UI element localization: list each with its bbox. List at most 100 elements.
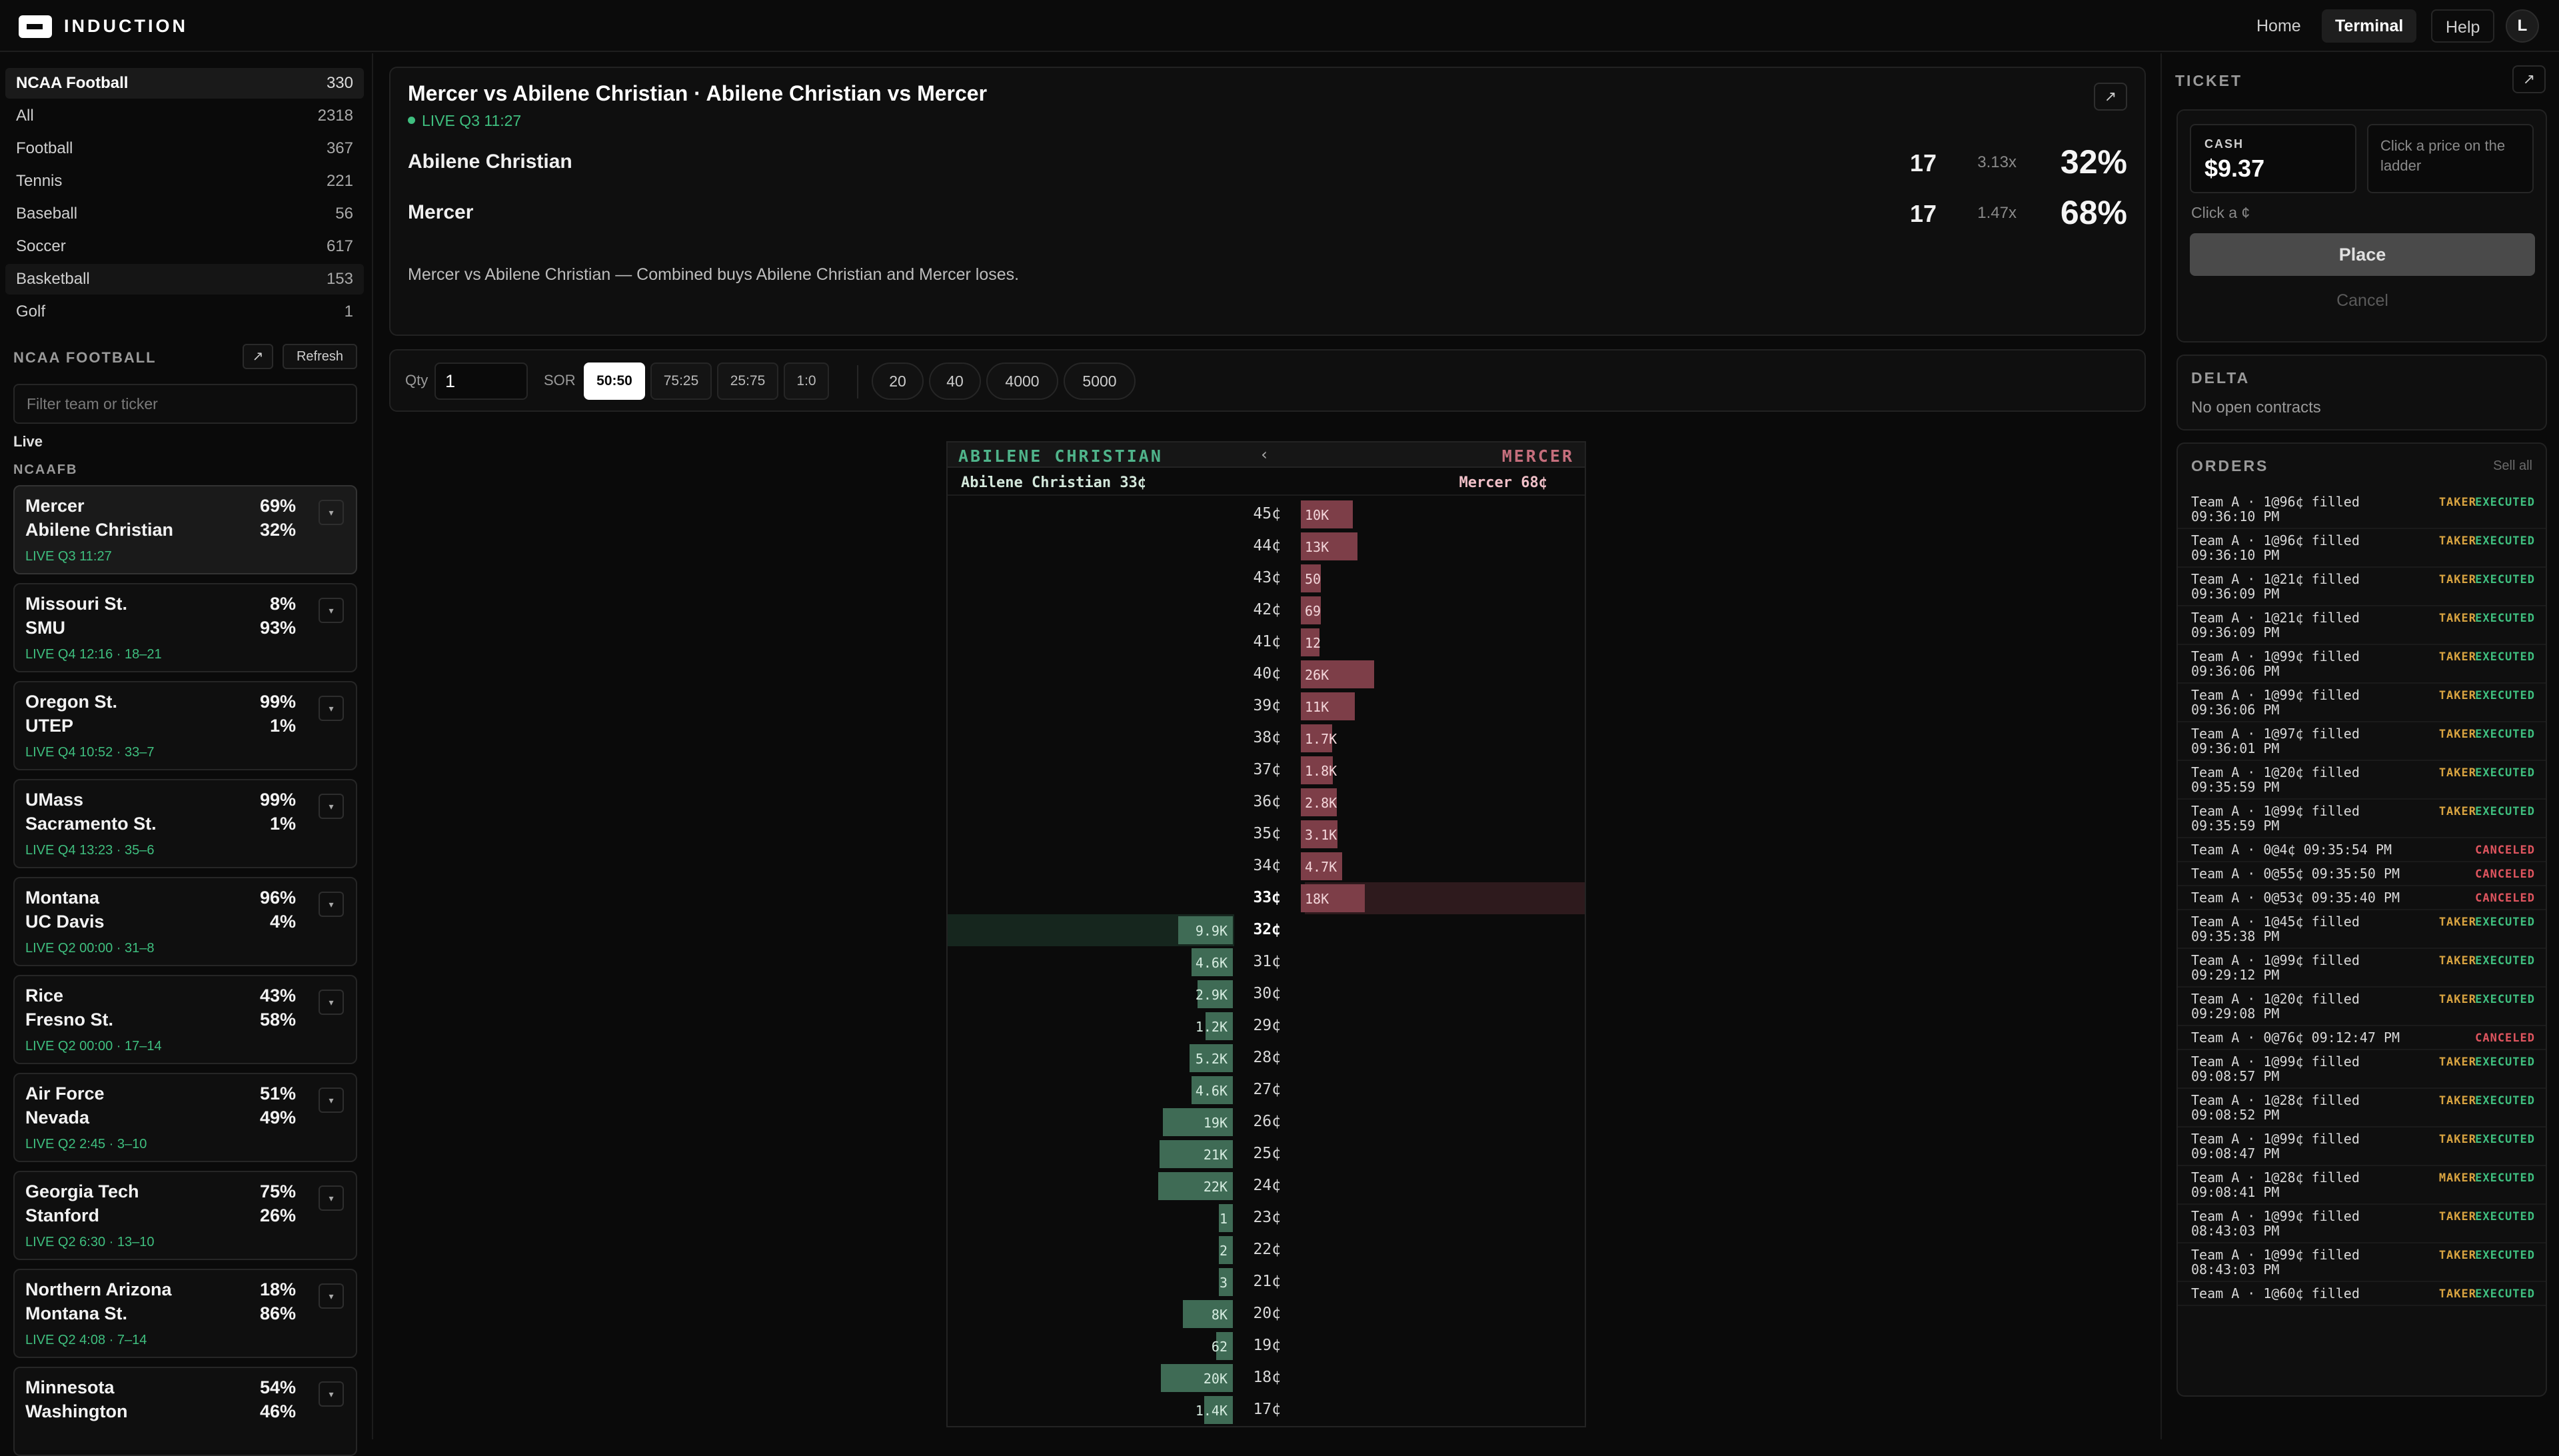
ladder-price[interactable]: 36¢ [1228,793,1281,810]
bid-bar[interactable]: 8K [1183,1300,1233,1328]
ladder-price[interactable]: 28¢ [1228,1049,1281,1066]
ladder-row[interactable]: 44¢ 13K [948,530,1585,562]
ladder-row[interactable]: 39¢ 11K [948,690,1585,722]
ladder-price[interactable]: 27¢ [1228,1081,1281,1098]
sport-item[interactable]: Baseball 56 [5,199,364,229]
ladder-price[interactable]: 25¢ [1228,1145,1281,1162]
team-row[interactable]: Abilene Christian 17 3.13x 32% [408,143,2127,183]
ladder-row[interactable]: 21¢ 3 [948,1266,1585,1298]
ladder-row[interactable]: 29¢ 1.2K [948,1010,1585,1042]
game-card[interactable]: Northern Arizona 18% Montana St. 86% LIVE Q2… [13,1269,357,1358]
ladder-row[interactable]: 23¢ 1 [948,1202,1585,1234]
bid-bar[interactable]: 21K [1160,1140,1233,1168]
chevron-down-icon[interactable]: ▾ [319,500,344,525]
expand-icon[interactable]: ↗ [2512,65,2546,93]
ladder-row[interactable]: 35¢ 3.1K [948,818,1585,850]
ladder-row[interactable]: 37¢ 1.8K [948,754,1585,786]
game-card[interactable]: Montana 96% UC Davis 4% LIVE Q2 00:00 · 31–8… [13,877,357,966]
ladder-price[interactable]: 22¢ [1228,1241,1281,1258]
bid-bar[interactable]: 5.2K [1190,1044,1233,1072]
chevron-down-icon[interactable]: ▾ [319,1381,344,1407]
ask-bar[interactable]: 4.7K [1301,852,1342,880]
ask-bar[interactable]: 12 [1301,628,1321,656]
bid-bar[interactable]: 62 [1212,1332,1233,1360]
ladder-price[interactable]: 31¢ [1228,953,1281,970]
game-card[interactable]: Missouri St. 8% SMU 93% LIVE Q4 12:16 · 18–2… [13,583,357,672]
ask-bar[interactable]: 69 [1301,596,1321,624]
ladder-row[interactable]: 20¢ 8K [948,1298,1585,1330]
nav-help[interactable]: Help [2431,9,2495,43]
ladder-row[interactable]: 17¢ 1.4K [948,1394,1585,1426]
chevron-left-icon[interactable]: ‹ [1260,445,1269,464]
logo-icon[interactable] [19,15,52,38]
ladder-row[interactable]: 24¢ 22K [948,1170,1585,1202]
ask-bar[interactable]: 18K [1301,884,1365,912]
ladder-row[interactable]: 33¢ 18K [948,882,1585,914]
ladder-price[interactable]: 32¢ [1228,921,1281,938]
chevron-down-icon[interactable]: ▾ [319,598,344,623]
ladder-row[interactable]: 22¢ 2 [948,1234,1585,1266]
ask-bar[interactable]: 50 [1301,564,1321,592]
ladder-price[interactable]: 17¢ [1228,1401,1281,1418]
ladder-price[interactable]: 23¢ [1228,1209,1281,1226]
sport-item[interactable]: Basketball 153 [5,264,364,295]
qty-chip-40[interactable]: 40 [929,363,981,400]
bid-bar[interactable]: 1.2K [1196,1012,1233,1040]
ladder-row[interactable]: 30¢ 2.9K [948,978,1585,1010]
bid-bar[interactable]: 22K [1158,1172,1233,1200]
ladder-row[interactable]: 42¢ 69 [948,594,1585,626]
ladder-price[interactable]: 43¢ [1228,569,1281,586]
game-card[interactable]: Minnesota 54% Washington 46% ▾ [13,1367,357,1456]
ladder-row[interactable]: 40¢ 26K [948,658,1585,690]
ladder-row[interactable]: 41¢ 12 [948,626,1585,658]
ladder-row[interactable]: 32¢ 9.9K [948,914,1585,946]
sport-item[interactable]: Soccer 617 [5,231,364,262]
ask-bar[interactable]: 2.8K [1301,788,1337,816]
chevron-down-icon[interactable]: ▾ [319,794,344,819]
bid-bar[interactable]: 4.6K [1192,948,1233,976]
ladder-row[interactable]: 36¢ 2.8K [948,786,1585,818]
ladder-price[interactable]: 21¢ [1228,1273,1281,1290]
ladder-price[interactable]: 37¢ [1228,761,1281,778]
ladder-row[interactable]: 45¢ 10K [948,498,1585,530]
ladder-price[interactable]: 18¢ [1228,1369,1281,1386]
nav-terminal[interactable]: Terminal [2322,9,2417,43]
ask-bar[interactable]: 26K [1301,660,1374,688]
qty-chip-20[interactable]: 20 [872,363,924,400]
bid-bar[interactable]: 1 [1219,1204,1233,1232]
chevron-down-icon[interactable]: ▾ [319,892,344,917]
bid-bar[interactable]: 9.9K [1178,916,1233,944]
ladder-price[interactable]: 19¢ [1228,1337,1281,1354]
ladder-price[interactable]: 30¢ [1228,985,1281,1002]
bid-bar[interactable]: 4.6K [1192,1076,1233,1104]
game-card[interactable]: Air Force 51% Nevada 49% LIVE Q2 2:45 · 3–10… [13,1073,357,1162]
chevron-down-icon[interactable]: ▾ [319,1088,344,1113]
sport-item[interactable]: Football 367 [5,133,364,164]
game-card[interactable]: Oregon St. 99% UTEP 1% LIVE Q4 10:52 · 33–7 ▾ [13,681,357,770]
chevron-down-icon[interactable]: ▾ [319,1185,344,1211]
bid-bar[interactable]: 2 [1219,1236,1233,1264]
ladder-price[interactable]: 38¢ [1228,729,1281,746]
ladder-row[interactable]: 43¢ 50 [948,562,1585,594]
game-card[interactable]: Georgia Tech 75% Stanford 26% LIVE Q2 6:30 ·… [13,1171,357,1260]
ladder-row[interactable]: 28¢ 5.2K [948,1042,1585,1074]
ladder-price[interactable]: 41¢ [1228,633,1281,650]
sport-item[interactable]: Golf 1 [5,297,364,327]
qty-chip-5000[interactable]: 5000 [1064,363,1136,400]
expand-icon[interactable]: ↗ [2094,83,2127,111]
ladder-price[interactable]: 40¢ [1228,665,1281,682]
ask-bar[interactable]: 11K [1301,692,1355,720]
ask-bar[interactable]: 13K [1301,532,1357,560]
qty-chip-4000[interactable]: 4000 [986,363,1058,400]
filter-input[interactable] [13,384,357,424]
chevron-down-icon[interactable]: ▾ [319,1283,344,1309]
ask-bar[interactable]: 1.8K [1301,756,1337,784]
refresh-button[interactable]: Refresh [283,344,357,369]
bid-bar[interactable]: 19K [1163,1108,1233,1136]
bid-bar[interactable]: 20K [1161,1364,1233,1392]
game-card[interactable]: Mercer 69% Abilene Christian 32% LIVE Q3 11:… [13,485,357,574]
game-card[interactable]: UMass 99% Sacramento St. 1% LIVE Q4 13:23 · … [13,779,357,868]
sell-all-button[interactable]: Sell all [2493,458,2532,474]
sport-item[interactable]: Tennis 221 [5,166,364,197]
chevron-down-icon[interactable]: ▾ [319,696,344,721]
